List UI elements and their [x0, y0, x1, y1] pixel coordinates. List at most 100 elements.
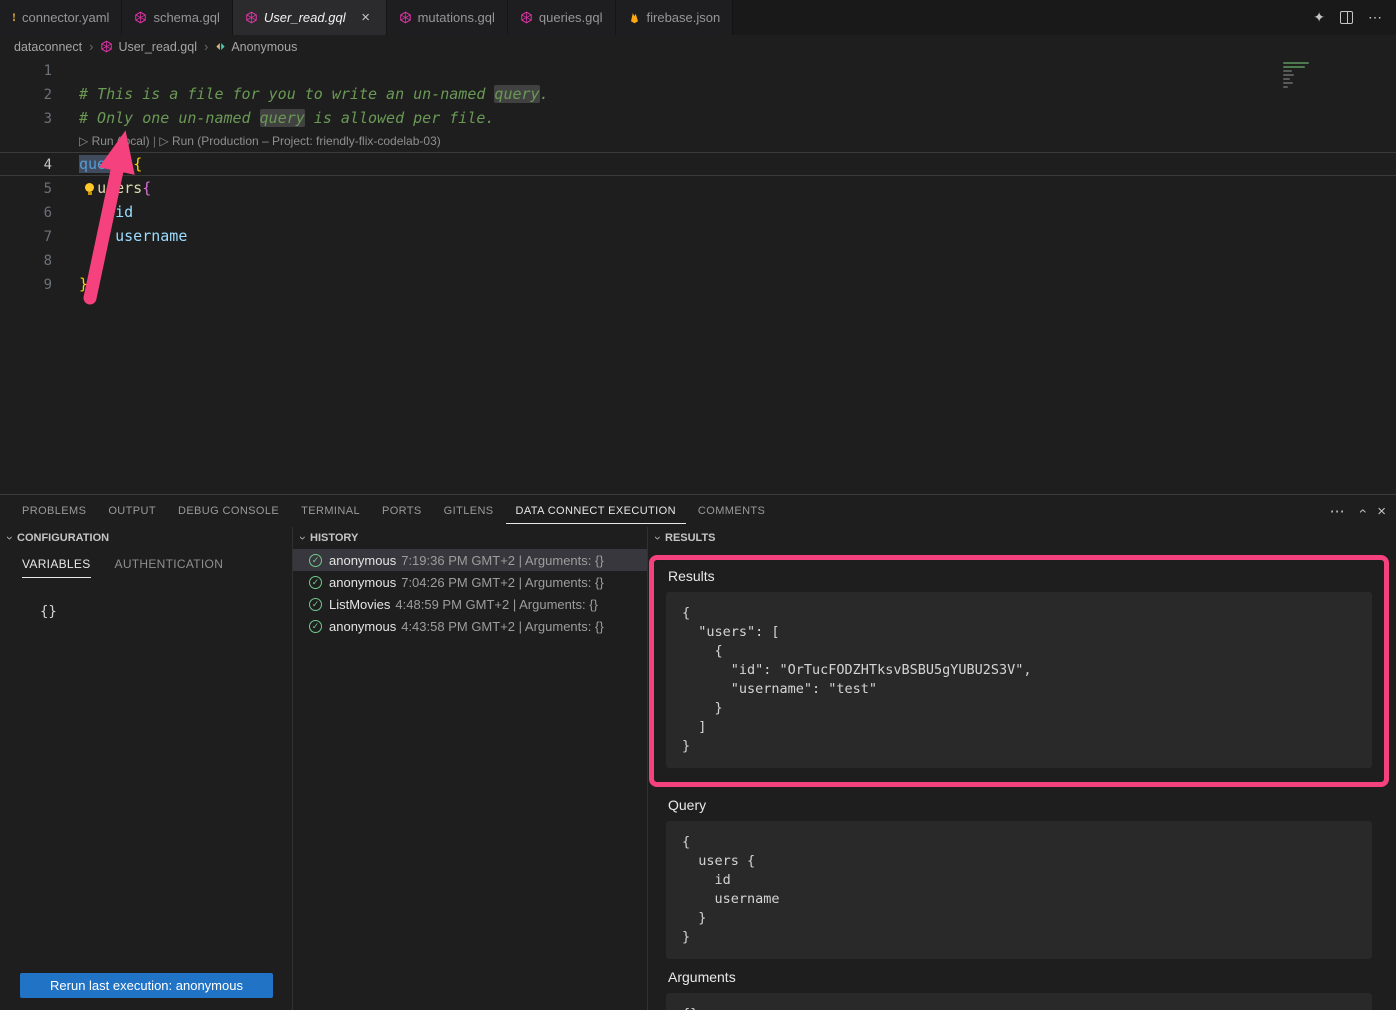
panel-tab-output[interactable]: OUTPUT: [98, 498, 166, 524]
panel-tab-terminal[interactable]: TERMINAL: [291, 498, 370, 524]
close-icon[interactable]: ×: [358, 10, 374, 26]
editor-tab-schema-gql[interactable]: schema.gql: [122, 0, 232, 35]
token: [124, 155, 133, 173]
editor-line-5: 5 users{: [0, 176, 1396, 200]
panel-tabs: PROBLEMSOUTPUTDEBUG CONSOLETERMINALPORTS…: [12, 498, 777, 524]
editor-tab-connector-yaml[interactable]: !connector.yaml: [0, 0, 122, 35]
tab-label: connector.yaml: [22, 10, 109, 25]
results-header[interactable]: › RESULTS: [648, 527, 1396, 549]
minimap[interactable]: [1283, 62, 1313, 98]
history-item[interactable]: ✓anonymous4:43:58 PM GMT+2 | Arguments: …: [293, 615, 647, 637]
line-number: 8: [0, 249, 52, 273]
graphql-icon: [134, 11, 147, 24]
result-section-query: Query{ users { id username } }: [666, 797, 1372, 959]
results-sections: Results { "users": [ { "id": "OrTucFODZHT…: [666, 555, 1372, 1010]
graphql-icon: [520, 11, 533, 24]
editor-tab-firebase-json[interactable]: firebase.json: [616, 0, 734, 35]
line-number: 3: [0, 107, 52, 131]
bottom-panel: PROBLEMSOUTPUTDEBUG CONSOLETERMINALPORTS…: [0, 494, 1396, 1010]
minimap-line: [1283, 62, 1309, 64]
token: query: [494, 85, 539, 103]
panel-tab-debug-console[interactable]: DEBUG CONSOLE: [168, 498, 289, 524]
more-actions-icon[interactable]: ⋯: [1368, 9, 1382, 26]
config-tab-authentication[interactable]: AUTHENTICATION: [115, 557, 224, 578]
editor-actions: ✦ ⋯: [1313, 0, 1396, 35]
results-title: RESULTS: [665, 532, 716, 544]
panel-tab-gitlens[interactable]: GITLENS: [434, 498, 504, 524]
history-list: ✓anonymous7:19:36 PM GMT+2 | Arguments: …: [293, 549, 647, 1010]
editor-lines: 12# This is a file for you to write an u…: [0, 58, 1396, 296]
token: id: [115, 203, 133, 221]
history-header[interactable]: › HISTORY: [293, 527, 647, 549]
editor-line-2: 2# This is a file for you to write an un…: [0, 82, 1396, 106]
code-editor[interactable]: 12# This is a file for you to write an u…: [0, 58, 1396, 494]
breadcrumb-item[interactable]: User_read.gql: [118, 40, 197, 54]
history-item[interactable]: ✓anonymous7:19:36 PM GMT+2 | Arguments: …: [293, 549, 647, 571]
copilot-icon[interactable]: ✦: [1313, 9, 1325, 26]
panel-tab-data-connect-execution[interactable]: DATA CONNECT EXECUTION: [506, 498, 686, 524]
code-block: { users { id username } }: [666, 821, 1372, 959]
firebase-icon: [628, 11, 641, 24]
history-item-name: anonymous: [329, 553, 396, 568]
token: {: [142, 179, 151, 197]
tab-label: queries.gql: [539, 10, 603, 25]
panel-more-icon[interactable]: ⋯: [1330, 502, 1345, 520]
tab-label: schema.gql: [153, 10, 219, 25]
editor-tab-queries-gql[interactable]: queries.gql: [508, 0, 616, 35]
editor-tabs: !connector.yaml schema.gql User_read.gql × m…: [0, 0, 733, 35]
editor-tab-mutations-gql[interactable]: mutations.gql: [387, 0, 508, 35]
token: {: [133, 155, 142, 173]
history-item[interactable]: ✓ListMovies4:48:59 PM GMT+2 | Arguments:…: [293, 593, 647, 615]
code-text: query {: [79, 155, 142, 173]
code-block: {}: [666, 993, 1372, 1010]
result-section-results: Results { "users": [ { "id": "OrTucFODZHT…: [649, 555, 1389, 787]
breadcrumb-item[interactable]: Anonymous: [231, 40, 297, 54]
lightbulb-icon[interactable]: [85, 183, 94, 192]
check-circle-icon: ✓: [309, 576, 322, 589]
line-number: 6: [0, 201, 52, 225]
panel-maximize-icon[interactable]: ›: [1353, 509, 1369, 514]
history-item-meta: 7:04:26 PM GMT+2 | Arguments: {}: [401, 575, 603, 590]
configuration-header[interactable]: › CONFIGURATION: [0, 527, 292, 549]
result-section-arguments: Arguments {}: [666, 969, 1372, 1010]
split-editor-icon[interactable]: [1340, 11, 1353, 24]
rerun-last-execution-button[interactable]: Rerun last execution: anonymous: [20, 973, 273, 998]
code-block: { "users": [ { "id": "OrTucFODZHTksvBSBU…: [666, 592, 1372, 768]
tab-label: User_read.gql: [264, 10, 346, 25]
editor-line-7: 7 username: [0, 224, 1396, 248]
section-label: Arguments: [668, 969, 1372, 985]
history-item-name: anonymous: [329, 575, 396, 590]
history-item-name: anonymous: [329, 619, 396, 634]
panel-tab-comments[interactable]: COMMENTS: [688, 498, 775, 524]
line-number: 9: [0, 273, 52, 297]
line-number: 5: [0, 177, 52, 201]
codelens-run-local[interactable]: ▷ Run (local): [79, 134, 150, 148]
panel-actions: ⋯ › ×: [1330, 502, 1386, 520]
check-circle-icon: ✓: [309, 598, 322, 611]
configuration-title: CONFIGURATION: [17, 532, 109, 544]
breadcrumb-item[interactable]: dataconnect: [14, 40, 82, 54]
editor-tab-user_read-gql[interactable]: User_read.gql ×: [233, 0, 387, 35]
vscode-window: !connector.yaml schema.gql User_read.gql × m…: [0, 0, 1396, 1010]
codelens-separator: |: [150, 134, 160, 148]
panel-close-icon[interactable]: ×: [1377, 503, 1386, 520]
token: username: [115, 227, 187, 245]
section-label: Results: [668, 568, 1372, 584]
config-tab-variables[interactable]: VARIABLES: [22, 557, 91, 578]
history-title: HISTORY: [310, 532, 358, 544]
code-text: }: [79, 275, 88, 293]
tab-label: firebase.json: [647, 10, 721, 25]
panel-tab-problems[interactable]: PROBLEMS: [12, 498, 96, 524]
minimap-line: [1283, 74, 1294, 76]
variables-value[interactable]: {}: [40, 604, 292, 620]
panel-tab-ports[interactable]: PORTS: [372, 498, 432, 524]
chevron-right-icon: ›: [204, 39, 208, 54]
history-pane: › HISTORY ✓anonymous7:19:36 PM GMT+2 | A…: [293, 527, 648, 1010]
editor-line-1: 1: [0, 58, 1396, 82]
codelens-run-production[interactable]: ▷ Run (Production – Project: friendly-fl…: [159, 134, 440, 148]
results-scroll-area[interactable]: Results { "users": [ { "id": "OrTucFODZHT…: [648, 549, 1396, 1010]
check-circle-icon: ✓: [309, 554, 322, 567]
token: [79, 203, 115, 221]
token: .: [540, 85, 549, 103]
history-item[interactable]: ✓ anonymous 7:04:26 PM GMT+2 | Arguments: …: [293, 571, 647, 593]
